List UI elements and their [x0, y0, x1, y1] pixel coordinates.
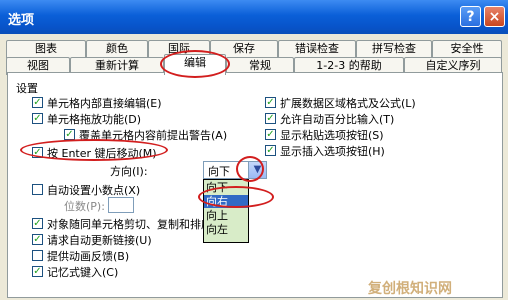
annotation-circle-enter-move [20, 139, 168, 161]
places-spinner[interactable] [108, 197, 134, 213]
overwrite-warning-checkbox[interactable]: ✓ [64, 129, 75, 140]
extend-formats-label: 扩展数据区域格式及公式(L) [280, 97, 416, 110]
options-dialog: 选项 ? × 图表 颜色 国际 保存 错误检查 拼写检查 安全性 视图 重新计算… [0, 0, 508, 300]
annotation-circle-edit-tab [160, 50, 230, 78]
autocomplete-checkbox[interactable]: ✓ [32, 266, 43, 277]
annotation-circle-dropdown-button [236, 156, 264, 182]
fixed-decimal-checkbox[interactable] [32, 184, 43, 195]
fixed-decimal-label: 自动设置小数点(X) [47, 184, 141, 197]
tab-chart[interactable]: 图表 [6, 40, 86, 58]
close-button[interactable]: × [484, 6, 505, 27]
tab-color[interactable]: 颜色 [86, 40, 148, 58]
direction-option-up[interactable]: 向上 [204, 209, 248, 222]
animation-feedback-checkbox[interactable] [32, 250, 43, 261]
paste-options-checkbox[interactable]: ✓ [265, 129, 276, 140]
tab-error-checking[interactable]: 错误检查 [278, 40, 356, 58]
drag-drop-label: 单元格拖放功能(D) [47, 113, 142, 126]
auto-percent-checkbox[interactable]: ✓ [265, 113, 276, 124]
annotation-circle-right-option [198, 186, 274, 208]
auto-percent-label: 允许自动百分比输入(T) [280, 113, 395, 126]
title-bar: 选项 ? × [0, 0, 508, 34]
drag-drop-checkbox[interactable]: ✓ [32, 113, 43, 124]
insert-options-checkbox[interactable]: ✓ [265, 145, 276, 156]
direction-option-left[interactable]: 向左 [204, 223, 248, 236]
update-links-checkbox[interactable]: ✓ [32, 234, 43, 245]
settings-group-label: 设置 [16, 82, 38, 95]
update-links-label: 请求自动更新链接(U) [47, 234, 152, 247]
window-title: 选项 [8, 13, 35, 28]
insert-options-label: 显示插入选项按钮(H) [280, 145, 385, 158]
direction-label: 方向(I): [110, 165, 148, 178]
watermark: 复创根知识网 [368, 281, 452, 297]
cut-copy-sort-checkbox[interactable]: ✓ [32, 218, 43, 229]
animation-feedback-label: 提供动画反馈(B) [47, 250, 130, 263]
direction-value: 向下 [208, 165, 230, 178]
extend-formats-checkbox[interactable]: ✓ [265, 97, 276, 108]
paste-options-label: 显示粘贴选项按钮(S) [280, 129, 384, 142]
places-label: 位数(P): [64, 200, 105, 213]
edit-directly-label: 单元格内部直接编辑(E) [47, 97, 162, 110]
cut-copy-sort-label: 对象随同单元格剪切、复制和排序 [47, 218, 212, 231]
help-button[interactable]: ? [460, 6, 481, 27]
tab-security[interactable]: 安全性 [432, 40, 502, 58]
edit-directly-checkbox[interactable]: ✓ [32, 97, 43, 108]
tab-spelling[interactable]: 拼写检查 [356, 40, 432, 58]
autocomplete-label: 记忆式键入(C) [47, 266, 119, 279]
